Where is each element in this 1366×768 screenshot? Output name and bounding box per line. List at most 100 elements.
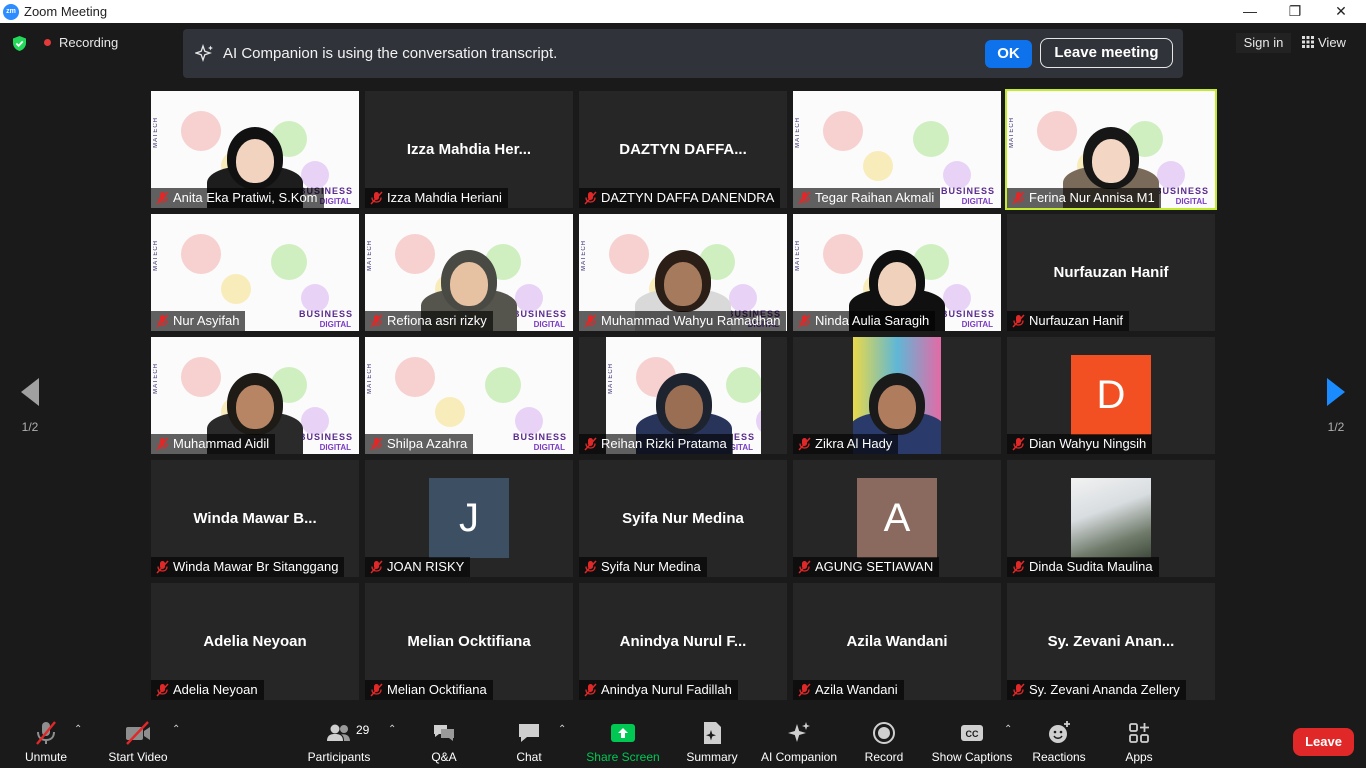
participant-tile[interactable]: Dinda Sudita Maulina <box>1007 460 1215 577</box>
participant-tile[interactable]: Syifa Nur Medina Syifa Nur Medina <box>579 460 787 577</box>
participant-display-name: Syifa Nur Medina <box>622 510 744 527</box>
participant-tile[interactable]: Melian Ocktifiana Melian Ocktifiana <box>365 583 573 700</box>
minimize-button[interactable]: — <box>1227 0 1273 23</box>
participant-tile[interactable]: A AGUNG SETIAWAN <box>793 460 1001 577</box>
captions-options-caret-icon[interactable]: ⌃ <box>1004 724 1012 735</box>
participant-tile[interactable]: MATECH BUSINESS DIGITAL Muhammad Aidil <box>151 337 359 454</box>
participant-tile[interactable]: MATECH BUSINESS DIGITAL Ferina Nur Annisa M… <box>1005 89 1217 210</box>
participants-options-caret-icon[interactable]: ⌃ <box>388 724 396 735</box>
background-decoration <box>863 151 893 181</box>
participant-tile[interactable]: MATECH BUSINESS DIGITAL Refiona asri rizky <box>365 214 573 331</box>
participant-tile[interactable]: MATECH BUSINESS DIGITAL Anita Eka Pratiwi, … <box>151 91 359 208</box>
share-screen-icon <box>611 724 635 742</box>
close-button[interactable]: ✕ <box>1318 0 1364 23</box>
background-decoration <box>301 161 329 189</box>
participant-tile[interactable]: MATECHBUSINESSDIGITALMuhammad Wahyu Rama… <box>579 214 787 331</box>
participant-name-label: Winda Mawar Br Sitanggang <box>151 557 345 577</box>
shield-icon[interactable] <box>11 35 28 52</box>
previous-page-button[interactable]: 1/2 <box>15 378 45 434</box>
participant-display-name: Sy. Zevani Anan... <box>1047 633 1175 650</box>
ai-companion-label: AI Companion <box>760 750 838 764</box>
participant-tile[interactable]: Adelia Neyoan Adelia Neyoan <box>151 583 359 700</box>
qa-button[interactable]: Q&A <box>424 720 464 764</box>
maximize-button[interactable]: ❐ <box>1272 0 1318 23</box>
background-decoration <box>395 234 435 274</box>
event-banner-tag: MATECH <box>795 117 801 148</box>
chat-button[interactable]: Chat <box>509 720 549 764</box>
next-page-button[interactable]: 1/2 <box>1321 378 1351 434</box>
video-off-icon <box>126 721 150 745</box>
participant-tile[interactable]: Winda Mawar B... Winda Mawar Br Sitanggan… <box>151 460 359 577</box>
muted-microphone-icon <box>370 560 383 574</box>
summary-button[interactable]: Summary <box>683 720 741 764</box>
ai-companion-button[interactable]: AI Companion <box>758 720 840 764</box>
muted-microphone-icon <box>798 437 811 451</box>
participant-tile[interactable]: J JOAN RISKY <box>365 460 573 577</box>
participant-name-label: Dian Wahyu Ningsih <box>1007 434 1153 454</box>
window-title: Zoom Meeting <box>24 4 108 19</box>
muted-microphone-icon <box>156 560 169 574</box>
muted-microphone-icon <box>370 437 383 451</box>
participant-tile[interactable]: Sy. Zevani Anan... Sy. Zevani Ananda Zell… <box>1007 583 1215 700</box>
show-captions-button[interactable]: CC Show Captions <box>930 720 1014 764</box>
participant-tile[interactable]: Nurfauzan Hanif Nurfauzan Hanif <box>1007 214 1215 331</box>
participant-name: JOAN RISKY <box>387 559 465 574</box>
participant-name-label: Nur Asyifah <box>151 311 246 331</box>
participant-name-label: Muhammad Aidil <box>151 434 276 454</box>
muted-microphone-icon <box>1012 560 1025 574</box>
video-options-caret-icon[interactable]: ⌃ <box>172 724 180 735</box>
recording-indicator[interactable]: Recording <box>44 35 118 51</box>
muted-microphone-icon <box>584 191 597 205</box>
event-banner-tag: MATECH <box>367 363 373 394</box>
sign-in-button[interactable]: Sign in <box>1236 33 1291 53</box>
summary-label: Summary <box>686 750 738 764</box>
participant-tile[interactable]: Zikra Al Hady <box>793 337 1001 454</box>
grid-view-icon <box>1302 36 1314 48</box>
participant-tile[interactable]: Azila Wandani Azila Wandani <box>793 583 1001 700</box>
participant-name: Shilpa Azahra <box>387 436 468 451</box>
participant-tile[interactable]: Izza Mahdia Her... Izza Mahdia Heriani <box>365 91 573 208</box>
participant-tile[interactable]: MATECH BUSINESS DIGITAL Ninda Aulia Saragih <box>793 214 1001 331</box>
participant-tile[interactable]: DAZTYN DAFFA... DAZTYN DAFFA DANENDRA <box>579 91 787 208</box>
event-banner-subtitle: DIGITAL <box>319 320 351 329</box>
start-video-button[interactable]: Start Video <box>104 720 172 764</box>
event-banner-subtitle: DIGITAL <box>533 443 565 452</box>
participant-name: Refiona asri rizky <box>387 313 487 328</box>
participant-tile[interactable]: MATECH BUSINESS DIGITAL Shilpa Azahra <box>365 337 573 454</box>
participant-name-label: AGUNG SETIAWAN <box>793 557 940 577</box>
muted-microphone-icon <box>798 560 811 574</box>
leave-button[interactable]: Leave <box>1293 728 1354 756</box>
apps-button[interactable]: Apps <box>1119 720 1159 764</box>
event-banner-tag: MATECH <box>153 363 159 394</box>
muted-microphone-icon <box>584 683 597 697</box>
participant-tile[interactable]: D Dian Wahyu Ningsih <box>1007 337 1215 454</box>
share-screen-button[interactable]: Share Screen <box>585 720 661 764</box>
qa-label: Q&A <box>431 750 457 764</box>
background-decoration <box>913 121 949 157</box>
muted-microphone-icon <box>584 560 597 574</box>
participant-name: AGUNG SETIAWAN <box>815 559 934 574</box>
view-button[interactable]: View <box>1302 33 1346 53</box>
participant-tile[interactable]: MATECHBUSINESSDIGITALReihan Rizki Pratam… <box>579 337 787 454</box>
audio-options-caret-icon[interactable]: ⌃ <box>74 724 82 735</box>
ok-button[interactable]: OK <box>985 40 1032 68</box>
record-button[interactable]: Record <box>862 720 906 764</box>
background-decoration <box>515 284 543 312</box>
participant-name-label: Adelia Neyoan <box>151 680 264 700</box>
participant-tile[interactable]: MATECH BUSINESS DIGITAL Nur Asyifah <box>151 214 359 331</box>
background-decoration <box>609 234 649 274</box>
muted-microphone-icon <box>370 683 383 697</box>
arrow-left-icon <box>21 378 39 406</box>
leave-meeting-button[interactable]: Leave meeting <box>1040 38 1173 68</box>
participant-tile[interactable]: Anindya Nurul F... Anindya Nurul Fadillah <box>579 583 787 700</box>
event-banner-logo: BUSINESS <box>512 309 567 319</box>
person-face <box>236 139 274 183</box>
muted-microphone-icon <box>370 314 383 328</box>
share-screen-label: Share Screen <box>586 750 660 764</box>
reactions-button[interactable]: Reactions <box>1030 720 1088 764</box>
unmute-button[interactable]: Unmute <box>15 720 77 764</box>
participant-tile[interactable]: MATECH BUSINESS DIGITAL Tegar Raihan Akmali <box>793 91 1001 208</box>
participant-display-name: DAZTYN DAFFA... <box>619 141 747 158</box>
chat-options-caret-icon[interactable]: ⌃ <box>558 724 566 735</box>
participant-avatar: D <box>1071 355 1151 435</box>
